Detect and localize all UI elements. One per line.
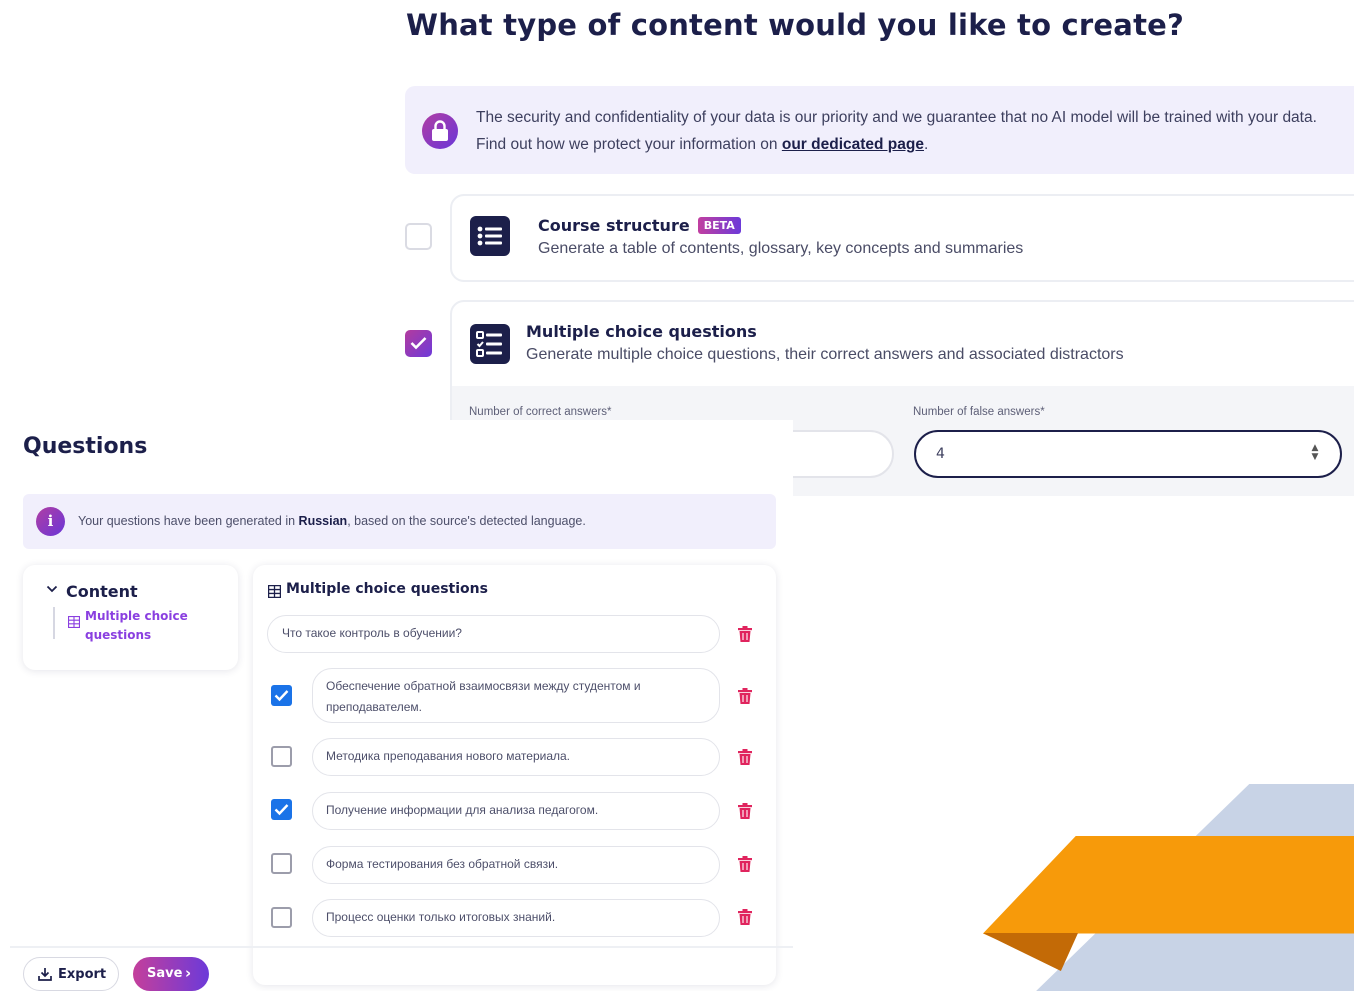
- language-info-notice: i Your questions have been generated in …: [23, 494, 776, 549]
- content-navigation: Content Multiple choice questions: [23, 565, 238, 670]
- mcq-heading: Multiple choice questions: [286, 581, 488, 597]
- answer-input[interactable]: Форма тестирования без обратной связи.: [312, 846, 720, 884]
- chevron-right-icon: ›: [185, 964, 192, 982]
- false-answers-label: Number of false answers*: [913, 406, 1045, 418]
- beta-badge: BETA: [697, 217, 741, 234]
- dedicated-page-link[interactable]: our dedicated page: [782, 136, 924, 153]
- question-input[interactable]: Что такое контроль в обучении?: [267, 615, 720, 653]
- correct-answers-label: Number of correct answers*: [469, 406, 612, 418]
- trash-icon[interactable]: [738, 626, 752, 642]
- number-spinner-icon[interactable]: ▲ ▼: [1308, 444, 1322, 464]
- mcq-option-description: Generate multiple choice questions, thei…: [526, 346, 1124, 363]
- answer-input[interactable]: Процесс оценки только итоговых знаний.: [312, 899, 720, 937]
- checklist-icon: [470, 324, 510, 364]
- save-label: Save: [147, 966, 183, 981]
- answer-correct-checkbox[interactable]: [271, 685, 292, 706]
- trash-icon[interactable]: [738, 909, 752, 925]
- trash-icon[interactable]: [738, 856, 752, 872]
- answer-input[interactable]: Обеспечение обратной взаимосвязи между с…: [312, 668, 720, 723]
- list-icon: [470, 216, 510, 256]
- mcq-checkbox[interactable]: [405, 330, 432, 357]
- false-answers-input[interactable]: 4 ▲ ▼: [914, 430, 1342, 478]
- save-button[interactable]: Save ›: [133, 957, 209, 991]
- info-icon: i: [36, 507, 65, 536]
- mcq-option-title: Multiple choice questions: [526, 322, 757, 341]
- toc-tree-line: [53, 607, 55, 639]
- mcq-editor: Multiple choice questions Что такое конт…: [253, 565, 776, 985]
- download-icon: [38, 968, 52, 981]
- course-structure-checkbox[interactable]: [405, 223, 432, 250]
- answer-correct-checkbox[interactable]: [271, 746, 292, 767]
- language-info-text: Your questions have been generated in Ru…: [78, 514, 586, 528]
- questions-panel: Questions i Your questions have been gen…: [0, 420, 793, 991]
- answer-input[interactable]: Получение информации для анализа педагог…: [312, 792, 720, 830]
- course-structure-description: Generate a table of contents, glossary, …: [538, 240, 1024, 257]
- table-icon: [68, 616, 80, 628]
- false-answers-value: 4: [936, 446, 945, 462]
- wizard-title: What type of content would you like to c…: [406, 8, 1185, 42]
- export-label: Export: [58, 967, 107, 982]
- answer-correct-checkbox[interactable]: [271, 907, 292, 928]
- trash-icon[interactable]: [738, 803, 752, 819]
- questions-title: Questions: [23, 434, 148, 459]
- course-structure-card[interactable]: Course structure BETA Generate a table of…: [450, 194, 1354, 282]
- footer-divider: [10, 946, 793, 948]
- toc-item-multiple-choice[interactable]: Multiple choice questions: [85, 607, 215, 645]
- table-icon: [268, 585, 281, 598]
- security-text: The security and confidentiality of your…: [476, 109, 1317, 153]
- answer-input[interactable]: Методика преподавания нового материала.: [312, 738, 720, 776]
- answer-correct-checkbox[interactable]: [271, 853, 292, 874]
- trash-icon[interactable]: [738, 688, 752, 704]
- security-notice: The security and confidentiality of your…: [405, 86, 1354, 174]
- lock-icon: [422, 113, 458, 149]
- content-heading[interactable]: Content: [66, 582, 138, 601]
- answer-correct-checkbox[interactable]: [271, 799, 292, 820]
- chevron-down-icon[interactable]: [46, 585, 58, 593]
- course-structure-title: Course structure BETA: [538, 216, 741, 235]
- export-button[interactable]: Export: [23, 957, 119, 991]
- trash-icon[interactable]: [738, 749, 752, 765]
